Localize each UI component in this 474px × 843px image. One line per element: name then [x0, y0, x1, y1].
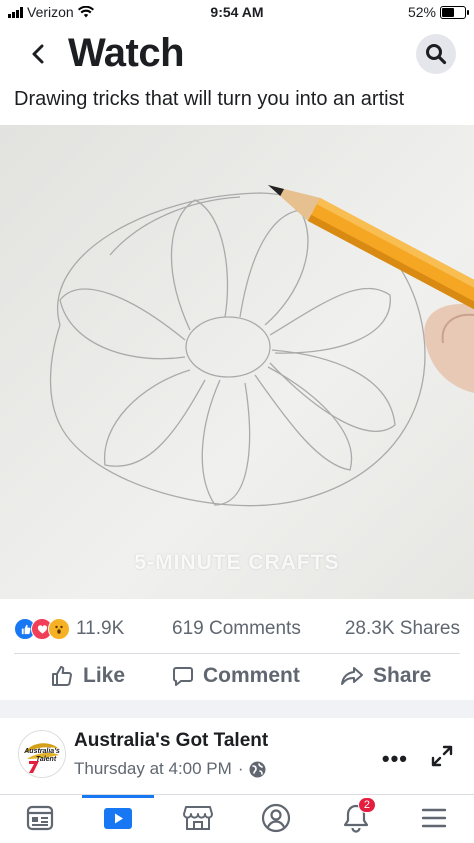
share-button[interactable]: Share — [340, 664, 431, 688]
tab-news-feed[interactable] — [20, 801, 60, 835]
reactions-count[interactable]: 11.9K — [76, 618, 124, 640]
video-player[interactable] — [0, 125, 474, 599]
comments-count[interactable]: 619 Comments — [172, 618, 301, 640]
meta-separator: · — [237, 759, 244, 778]
post-meta: Thursday at 4:00 PM · — [74, 759, 266, 779]
tab-menu[interactable] — [414, 801, 454, 835]
tab-watch[interactable] — [98, 801, 138, 835]
thumbs-up-icon — [52, 666, 72, 686]
agt-logo: Australia's Talent — [19, 731, 65, 777]
search-button[interactable] — [416, 34, 456, 74]
search-icon — [426, 44, 447, 65]
watch-video-icon — [104, 808, 132, 829]
page-title: Watch — [68, 31, 185, 75]
status-right: 52% — [407, 4, 469, 20]
notification-badge: 2 — [357, 797, 376, 813]
battery-icon — [440, 5, 469, 19]
tab-notifications[interactable]: 2 — [336, 797, 376, 835]
share-label: Share — [373, 664, 432, 687]
divider — [14, 653, 460, 654]
header: Watch — [0, 28, 474, 80]
like-label: Like — [83, 664, 126, 687]
engagement-stats: 11.9K 619 Comments 28.3K Shares — [0, 612, 474, 646]
comment-button[interactable]: Comment — [172, 664, 300, 688]
more-options-button[interactable]: ••• — [382, 746, 408, 772]
status-bar: Verizon 9:54 AM 52% — [0, 0, 474, 24]
svg-text:Talent: Talent — [36, 756, 57, 763]
globe-icon — [249, 761, 266, 777]
feed-separator — [0, 700, 474, 718]
profile-icon — [261, 803, 291, 833]
back-button[interactable] — [26, 36, 50, 72]
reaction-icons[interactable] — [14, 618, 70, 640]
svg-text:Australia's: Australia's — [23, 748, 60, 755]
share-icon — [341, 667, 363, 685]
tab-marketplace[interactable] — [178, 801, 218, 835]
expand-button[interactable] — [430, 744, 454, 768]
marketplace-icon — [183, 806, 213, 830]
menu-icon — [421, 808, 447, 828]
page-name[interactable]: Australia's Got Talent — [74, 730, 268, 752]
tab-profile[interactable] — [256, 801, 296, 835]
video-watermark: 5-MINUTE CRAFTS — [134, 551, 340, 574]
active-tab-indicator — [82, 795, 154, 798]
chevron-left-icon — [32, 44, 44, 64]
bottom-tab-bar: 2 — [0, 794, 474, 843]
video-caption: Drawing tricks that will turn you into a… — [14, 88, 405, 110]
action-bar: Like Comment Share — [0, 660, 474, 696]
shares-count[interactable]: 28.3K Shares — [345, 618, 460, 640]
page-avatar[interactable]: Australia's Talent — [18, 730, 66, 778]
battery-percent: 52% — [407, 4, 436, 20]
expand-icon — [431, 745, 453, 767]
like-button[interactable]: Like — [50, 664, 125, 688]
news-feed-icon — [26, 805, 54, 831]
post-time[interactable]: Thursday at 4:00 PM — [74, 759, 232, 779]
clock: 9:54 AM — [210, 4, 264, 20]
wow-reaction-icon — [48, 618, 70, 640]
next-post-header: Australia's Talent Australia's Got Talen… — [0, 718, 474, 798]
comment-label: Comment — [203, 664, 300, 687]
video-frame — [0, 125, 474, 599]
comment-icon — [173, 667, 193, 686]
